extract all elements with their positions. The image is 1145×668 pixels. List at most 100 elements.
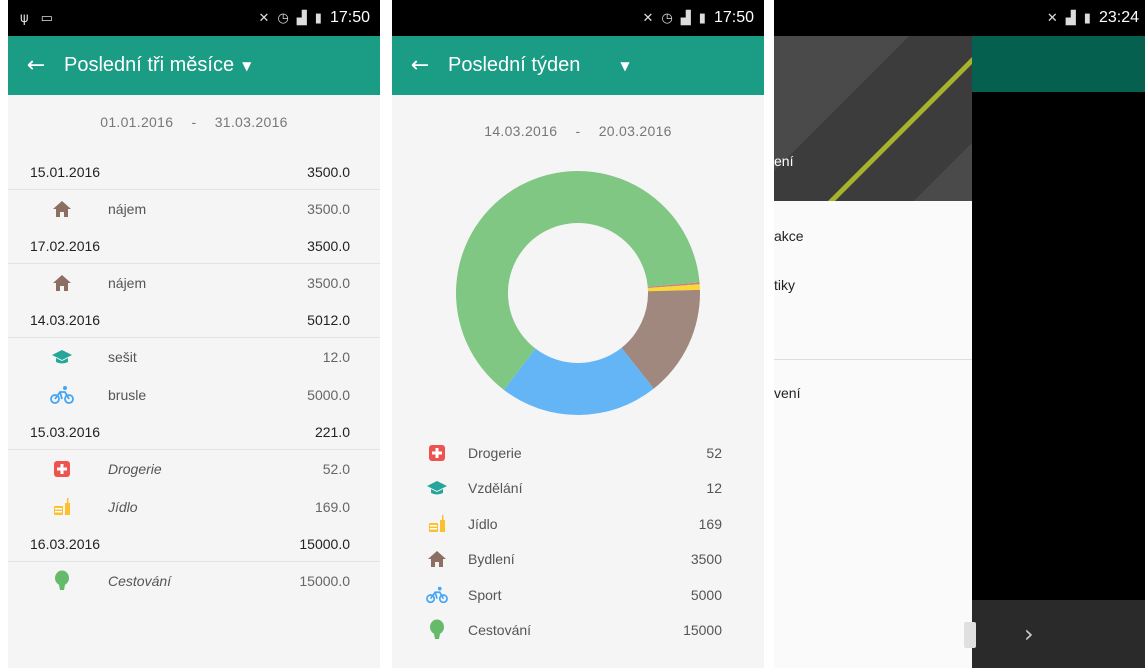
back-arrow-icon[interactable]: ← bbox=[8, 53, 64, 78]
date-group-header: 17.02.2016 3500.0 bbox=[8, 228, 380, 264]
legend-row[interactable]: Jídlo 169 bbox=[392, 506, 764, 542]
transaction-name: sešit bbox=[108, 349, 137, 365]
transaction-row[interactable]: Jídlo 169.0 bbox=[8, 488, 380, 526]
home-icon bbox=[50, 273, 74, 293]
date-from[interactable]: 01.01.2016 bbox=[100, 114, 173, 130]
legend-row[interactable]: Sport 5000 bbox=[392, 577, 764, 613]
battery-icon: ▮ bbox=[314, 10, 322, 26]
transaction-row[interactable]: brusle 5000.0 bbox=[8, 376, 380, 414]
legend-row[interactable]: Cestování 15000 bbox=[392, 613, 764, 649]
signal-icon: ▟ bbox=[1065, 10, 1076, 26]
app-bar: ← Poslední týden ▼ bbox=[392, 36, 764, 95]
status-bar: ✕ ▟ ▮ 23:24 bbox=[774, 0, 1145, 36]
transaction-row[interactable]: nájem 3500.0 bbox=[8, 264, 380, 302]
legend-row[interactable]: Bydlení 3500 bbox=[392, 542, 764, 578]
status-time: 23:24 bbox=[1098, 9, 1139, 26]
dropdown-caret-icon[interactable]: ▼ bbox=[242, 59, 251, 73]
group-total: 3500.0 bbox=[307, 237, 350, 254]
transaction-value: 12.0 bbox=[322, 349, 350, 365]
transaction-value: 3500.0 bbox=[307, 201, 350, 217]
first-aid-icon bbox=[426, 443, 448, 463]
drawer-item-transactions[interactable]: akce bbox=[774, 211, 972, 260]
legend-category: Sport bbox=[468, 586, 502, 603]
group-date: 15.01.2016 bbox=[30, 163, 101, 180]
transaction-value: 5000.0 bbox=[307, 387, 350, 403]
graduation-cap-icon bbox=[50, 347, 74, 367]
transaction-row[interactable]: sešit 12.0 bbox=[8, 338, 380, 376]
chart-legend: Drogerie 52 Vzdělání 12 Jídlo 169 Bydlení 3500 S… bbox=[392, 435, 764, 648]
date-separator: - bbox=[575, 123, 581, 139]
period-title[interactable]: Poslední týden bbox=[448, 54, 580, 77]
transaction-value: 52.0 bbox=[322, 461, 350, 477]
home-icon bbox=[50, 199, 74, 219]
status-time: 17:50 bbox=[329, 9, 370, 26]
status-bar: ✕ ◷ ▟ ▮ 17:50 bbox=[392, 0, 764, 36]
screen-navigation-drawer: ✕ ▟ ▮ 23:24 ení akce tiky vení › bbox=[774, 0, 1145, 668]
balloon-icon bbox=[50, 570, 74, 591]
mute-icon: ✕ bbox=[258, 10, 270, 26]
screen-three-months: ψ ▭ ✕ ◷ ▟ ▮ 17:50 ← Poslední tři měsíce … bbox=[8, 0, 380, 668]
status-bar: ψ ▭ ✕ ◷ ▟ ▮ 17:50 bbox=[8, 0, 380, 36]
legend-row[interactable]: Drogerie 52 bbox=[392, 435, 764, 471]
legend-row[interactable]: Vzdělání 12 bbox=[392, 471, 764, 507]
signal-icon: ▟ bbox=[680, 10, 691, 26]
image-icon: ▭ bbox=[40, 10, 53, 26]
home-icon bbox=[426, 549, 448, 569]
group-total: 221.0 bbox=[314, 423, 350, 440]
header-decoration bbox=[774, 36, 972, 201]
transaction-name: Cestování bbox=[108, 573, 172, 589]
legend-value: 5000 bbox=[690, 586, 722, 603]
bicycle-icon bbox=[426, 585, 448, 605]
drawer-divider bbox=[774, 359, 972, 360]
drawer-item-statistics[interactable]: tiky bbox=[774, 260, 972, 309]
group-date: 17.02.2016 bbox=[30, 237, 101, 254]
date-to[interactable]: 20.03.2016 bbox=[599, 123, 672, 139]
transaction-list: 15.01.2016 3500.0 nájem 3500.0 17.02.2016 350… bbox=[8, 154, 380, 600]
bicycle-icon bbox=[50, 385, 74, 405]
legend-value: 12 bbox=[706, 480, 722, 497]
transaction-value: 3500.0 bbox=[307, 275, 350, 291]
drawer-item-settings[interactable]: vení bbox=[774, 368, 972, 417]
group-date: 15.03.2016 bbox=[30, 423, 101, 440]
drawer-header: ení bbox=[774, 36, 972, 201]
transaction-row[interactable]: Cestování 15000.0 bbox=[8, 562, 380, 600]
first-aid-icon bbox=[50, 459, 74, 479]
date-group-header: 14.03.2016 5012.0 bbox=[8, 302, 380, 338]
transaction-name: brusle bbox=[108, 387, 147, 403]
legend-category: Bydlení bbox=[468, 551, 515, 568]
balloon-icon bbox=[426, 619, 448, 640]
screen-last-week: ✕ ◷ ▟ ▮ 17:50 ← Poslední týden ▼ 14.03.2… bbox=[392, 0, 764, 668]
date-range: 01.01.2016 - 31.03.2016 bbox=[8, 95, 380, 154]
date-from[interactable]: 14.03.2016 bbox=[484, 123, 557, 139]
food-icon bbox=[50, 497, 74, 517]
transaction-name: Jídlo bbox=[108, 499, 138, 515]
battery-icon: ▮ bbox=[1083, 10, 1091, 26]
transaction-row[interactable]: nájem 3500.0 bbox=[8, 190, 380, 228]
legend-category: Cestování bbox=[468, 622, 532, 639]
legend-value: 3500 bbox=[690, 551, 722, 568]
date-to[interactable]: 31.03.2016 bbox=[215, 114, 288, 130]
chevron-right-icon[interactable]: › bbox=[1024, 620, 1034, 648]
drawer-item-overview[interactable]: ení bbox=[774, 153, 793, 169]
transaction-row[interactable]: Drogerie 52.0 bbox=[8, 450, 380, 488]
mute-icon: ✕ bbox=[642, 10, 654, 26]
legend-value: 52 bbox=[706, 444, 722, 461]
date-range: 14.03.2016 - 20.03.2016 bbox=[392, 95, 764, 165]
date-separator: - bbox=[191, 114, 197, 130]
alarm-icon: ◷ bbox=[661, 10, 673, 26]
food-icon bbox=[426, 514, 448, 534]
battery-icon: ▮ bbox=[698, 10, 706, 26]
legend-category: Vzdělání bbox=[468, 480, 523, 497]
group-date: 16.03.2016 bbox=[30, 535, 101, 552]
back-arrow-icon[interactable]: ← bbox=[392, 53, 448, 78]
donut-chart-svg bbox=[456, 171, 700, 415]
dropdown-caret-icon[interactable]: ▼ bbox=[620, 59, 629, 73]
legend-value: 169 bbox=[698, 515, 722, 532]
alarm-icon: ◷ bbox=[277, 10, 289, 26]
transaction-name: Drogerie bbox=[108, 461, 162, 477]
legend-category: Jídlo bbox=[468, 515, 498, 532]
graduation-cap-icon bbox=[426, 478, 448, 498]
legend-value: 15000 bbox=[683, 622, 722, 639]
period-title[interactable]: Poslední tři měsíce bbox=[64, 54, 234, 77]
app-bar: ← Poslední tři měsíce ▼ bbox=[8, 36, 380, 95]
